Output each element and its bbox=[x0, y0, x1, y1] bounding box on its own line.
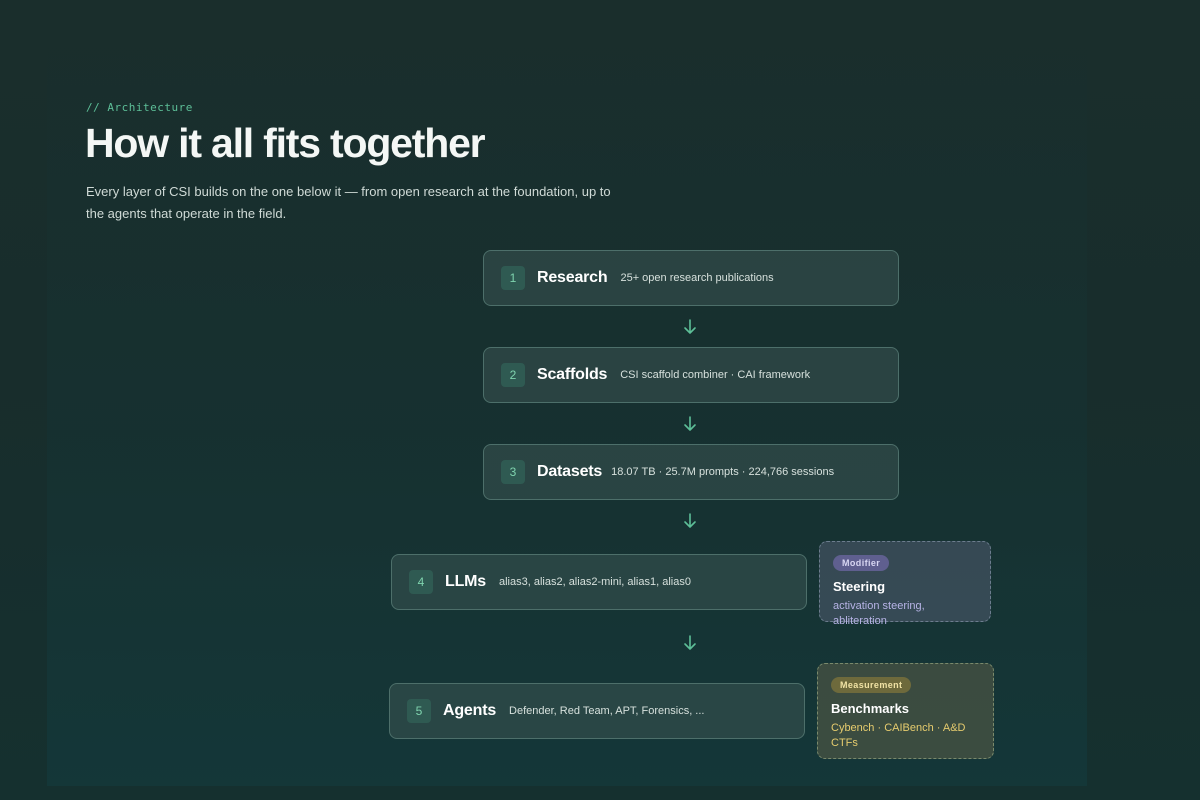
arrow-down-icon bbox=[684, 513, 696, 528]
layer-llms: 4 LLMs alias3, alias2, alias2-mini, alia… bbox=[391, 554, 807, 610]
layer-number: 3 bbox=[501, 460, 525, 484]
steering-card: Modifier Steering activation steering, a… bbox=[819, 541, 991, 627]
benchmarks-description: Cybench · CAIBench · A&D CTFs bbox=[831, 722, 966, 749]
steering-title: Steering bbox=[833, 579, 886, 594]
layer-name: Agents bbox=[443, 702, 497, 719]
layer-name: LLMs bbox=[445, 573, 486, 590]
layer-name: Datasets bbox=[537, 463, 603, 480]
section-eyebrow: // Architecture bbox=[86, 101, 193, 114]
modifier-badge: Modifier bbox=[833, 555, 890, 571]
arrow-down-icon bbox=[684, 319, 696, 334]
layer-scaffolds: 2 Scaffolds CSI scaffold combiner · CAI … bbox=[483, 347, 899, 403]
layer-description: CSI scaffold combiner · CAI framework bbox=[620, 369, 811, 381]
layer-number: 4 bbox=[409, 570, 433, 594]
benchmarks-card: Measurement Benchmarks Cybench · CAIBenc… bbox=[817, 663, 994, 759]
page: // Architecture How it all fits together… bbox=[0, 0, 1200, 800]
layer-number: 2 bbox=[501, 363, 525, 387]
layer-name: Scaffolds bbox=[537, 366, 608, 383]
layer-description: Defender, Red Team, APT, Forensics, ... bbox=[509, 705, 705, 717]
layer-datasets: 3 Datasets 18.07 TB · 25.7M prompts · 22… bbox=[483, 444, 899, 500]
layer-agents: 5 Agents Defender, Red Team, APT, Forens… bbox=[389, 683, 805, 739]
page-subtitle: Every layer of CSI builds on the one bel… bbox=[86, 184, 611, 221]
steering-description: activation steering, abliteration bbox=[833, 600, 925, 627]
page-title: How it all fits together bbox=[85, 120, 486, 166]
layer-name: Research bbox=[537, 269, 608, 286]
measurement-badge: Measurement bbox=[831, 677, 912, 693]
layer-description: 25+ open research publications bbox=[620, 272, 774, 284]
arrow-down-icon bbox=[684, 416, 696, 431]
arrow-down-icon bbox=[684, 635, 696, 650]
benchmarks-title: Benchmarks bbox=[831, 701, 910, 716]
layer-research: 1 Research 25+ open research publication… bbox=[483, 250, 899, 306]
layer-description: 18.07 TB · 25.7M prompts · 224,766 sessi… bbox=[611, 466, 835, 478]
layer-description: alias3, alias2, alias2-mini, alias1, ali… bbox=[498, 576, 691, 588]
layer-number: 1 bbox=[501, 266, 525, 290]
layer-number: 5 bbox=[407, 699, 431, 723]
